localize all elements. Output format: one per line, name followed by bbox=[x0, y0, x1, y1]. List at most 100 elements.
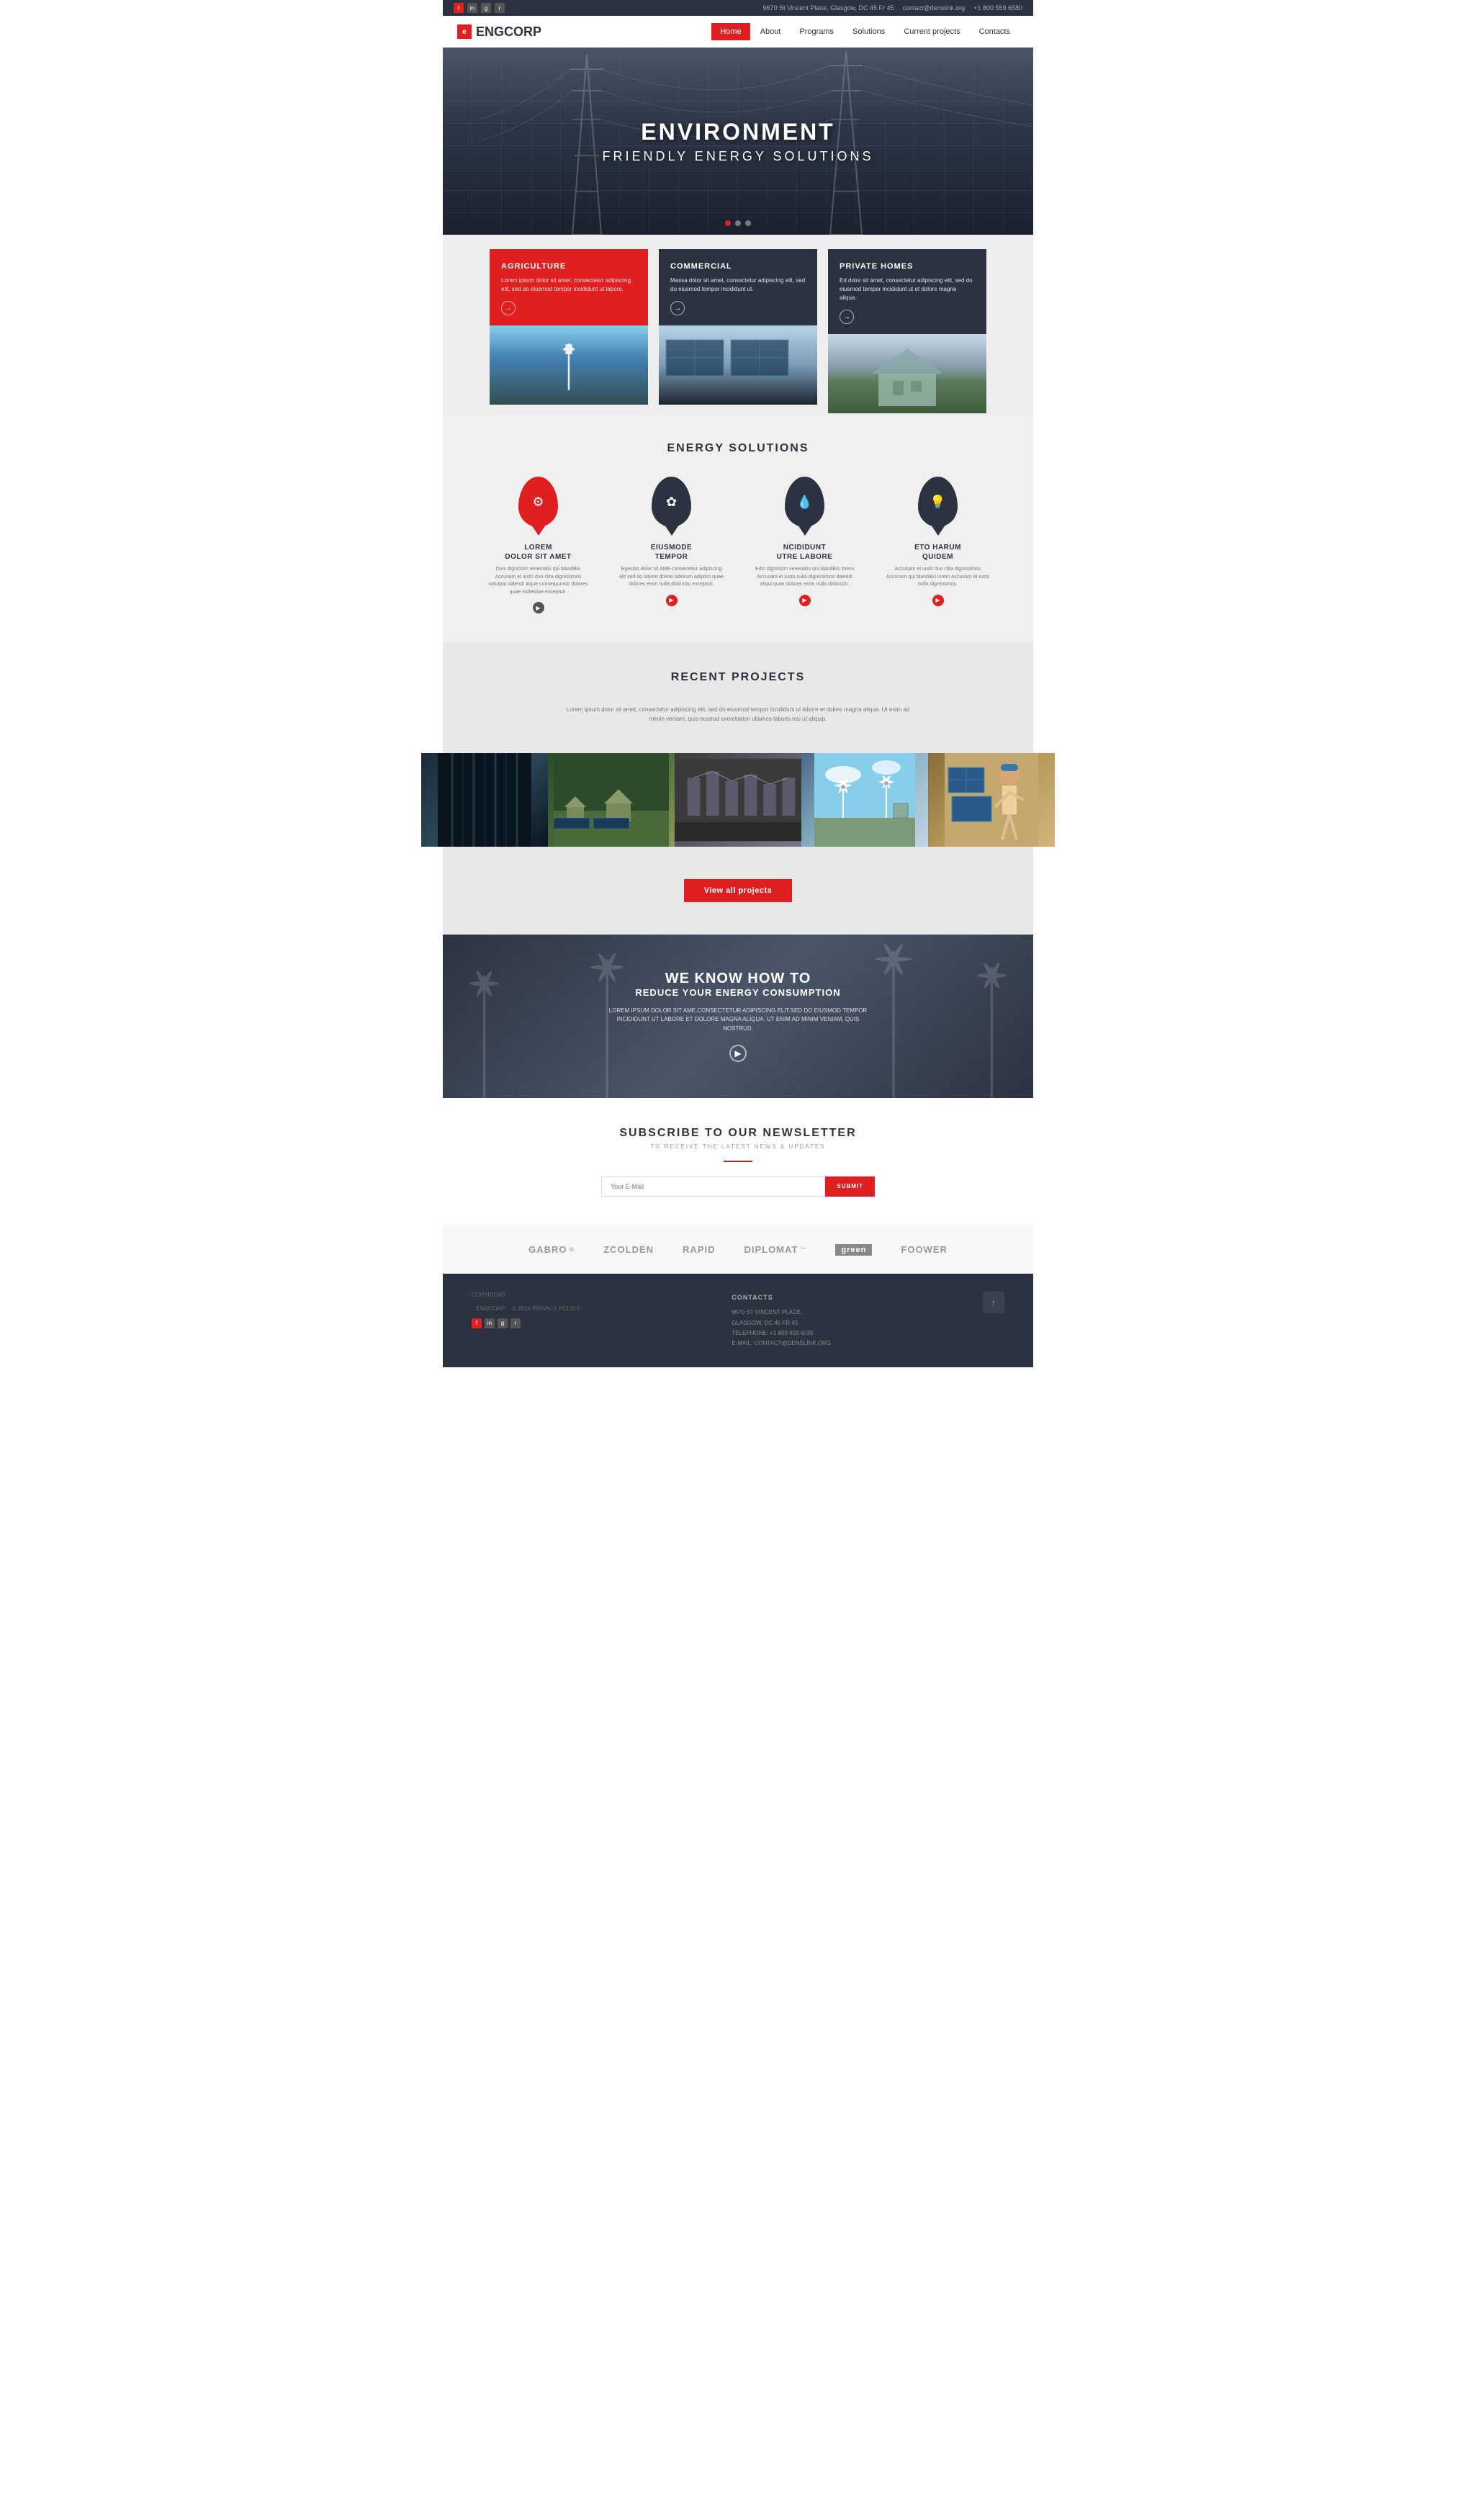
card-commercial-image bbox=[659, 325, 817, 405]
scroll-to-top-button[interactable]: ↑ bbox=[983, 1292, 1004, 1313]
partner-zcolden: ZCOLDEN bbox=[603, 1244, 654, 1255]
logo[interactable]: e ENGCORP bbox=[457, 24, 541, 40]
cta-title: WE KNOW HOW TO bbox=[464, 971, 1012, 987]
solution-eius-icon-wrapper: ✿ bbox=[648, 477, 695, 534]
newsletter-subtitle: TO RECEIVE THE LATEST NEWS & UPDATES bbox=[464, 1143, 1012, 1150]
card-private-homes: PRIVATE HOMES Ed dolor sit amet, consect… bbox=[828, 249, 986, 413]
nav: Home About Programs Solutions Current pr… bbox=[711, 23, 1019, 40]
card-agriculture-top: AGRICULTURE Lorem ipsum dolor sit amet, … bbox=[490, 249, 648, 325]
nav-contacts[interactable]: Contacts bbox=[971, 23, 1019, 40]
card-commercial-top: COMMERCIAL Massa dolor sit amet, consect… bbox=[659, 249, 817, 325]
cta-play-button[interactable]: ▶ bbox=[729, 1045, 747, 1062]
card-private-homes-title: PRIVATE HOMES bbox=[840, 262, 975, 271]
card-agriculture-btn[interactable]: → bbox=[501, 301, 516, 315]
solution-eto-link[interactable]: ▶ bbox=[932, 595, 944, 606]
solution-eto-icon: 💡 bbox=[930, 495, 945, 510]
solution-eto-name: ETO HARUMQUIDEM bbox=[914, 543, 961, 562]
solution-lorem-icon: ⚙ bbox=[532, 495, 544, 510]
nav-current-projects[interactable]: Current projects bbox=[895, 23, 968, 40]
house-icon bbox=[828, 334, 986, 413]
footer-left: COPYRIGHT ENGCORP © 2015 PRIVACY POLICY … bbox=[472, 1292, 580, 1328]
solution-eius: ✿ EIUSMODETEMPOR Egestas dolor sit AME c… bbox=[619, 477, 724, 613]
social-icon-linkedin[interactable]: in bbox=[467, 3, 477, 13]
newsletter-divider bbox=[724, 1161, 752, 1162]
card-private-homes-image bbox=[828, 334, 986, 413]
newsletter-submit-button[interactable]: SUBMIT bbox=[825, 1176, 875, 1197]
newsletter-title: SUBSCRIBE TO OUR NEWSLETTER bbox=[464, 1127, 1012, 1140]
social-icon-google[interactable]: g bbox=[481, 3, 491, 13]
solution-eto-icon-wrapper: 💡 bbox=[914, 477, 961, 534]
recent-projects-desc: Lorem ipsum dolor sit amet, consectetur … bbox=[565, 706, 911, 724]
top-bar-email[interactable]: contact@denslink.org bbox=[902, 4, 965, 12]
solution-ncididunt-icon-wrapper: 💧 bbox=[781, 477, 828, 534]
project-image-5[interactable] bbox=[928, 753, 1055, 847]
solution-eto-desc: Accusam et iusto duo clita dignissimos A… bbox=[886, 566, 990, 589]
footer-icon-google[interactable]: g bbox=[498, 1318, 508, 1328]
newsletter-section: SUBSCRIBE TO OUR NEWSLETTER TO RECEIVE T… bbox=[443, 1098, 1033, 1225]
footer-brand: ENGCORP © 2015 PRIVACY POLICY bbox=[472, 1301, 580, 1313]
solution-lorem: ⚙ LOREMDOLOR SIT AMET Duis dignissim ven… bbox=[486, 477, 590, 613]
project-image-4[interactable] bbox=[801, 753, 928, 847]
nav-programs[interactable]: Programs bbox=[791, 23, 842, 40]
footer: COPYRIGHT ENGCORP © 2015 PRIVACY POLICY … bbox=[443, 1274, 1033, 1367]
nav-about[interactable]: About bbox=[752, 23, 790, 40]
top-bar-right: 9670 St Vincent Place, Glasgow, DC 45 Fr… bbox=[763, 4, 1022, 12]
hero-dot-3[interactable] bbox=[745, 220, 751, 226]
footer-social-icons: f in g r bbox=[472, 1318, 580, 1328]
card-commercial-btn[interactable]: → bbox=[670, 301, 685, 315]
water-project-visual bbox=[421, 753, 548, 847]
card-agriculture: AGRICULTURE Lorem ipsum dolor sit amet, … bbox=[490, 249, 648, 413]
newsletter-email-input[interactable] bbox=[601, 1176, 825, 1197]
village-solar-visual bbox=[548, 753, 675, 847]
hero-section: ENVIRONMENT FRIENDLY ENERGY SOLUTIONS bbox=[443, 48, 1033, 235]
social-icon-facebook[interactable]: f bbox=[454, 3, 464, 13]
substation-visual bbox=[675, 753, 801, 847]
cta-subtitle: REDUCE YOUR ENERGY CONSUMPTION bbox=[464, 987, 1012, 998]
hero-content: ENVIRONMENT FRIENDLY ENERGY SOLUTIONS bbox=[602, 119, 873, 164]
hero-dots bbox=[725, 220, 751, 226]
footer-telephone: TELEPHONE: +1 800 603 6035 bbox=[732, 1328, 831, 1338]
card-private-homes-btn[interactable]: → bbox=[840, 310, 854, 324]
solution-ncididunt-name: NCIDIDUNTUTRE LABORE bbox=[777, 543, 833, 562]
footer-address-line2: GLASGOW, DC 45 FR 45 bbox=[732, 1318, 831, 1328]
footer-icon-facebook[interactable]: f bbox=[472, 1318, 482, 1328]
footer-address-line1: 9670 ST VINCENT PLACE, bbox=[732, 1308, 831, 1318]
nav-home[interactable]: Home bbox=[711, 23, 750, 40]
solution-ncididunt-icon: 💧 bbox=[796, 495, 812, 510]
view-all-button[interactable]: View all projects bbox=[684, 879, 793, 902]
solution-eius-link[interactable]: ▶ bbox=[666, 595, 678, 606]
solution-eius-desc: Egestas dolor sit AME consectetur adipis… bbox=[619, 566, 724, 589]
solution-eius-name: EIUSMODETEMPOR bbox=[651, 543, 692, 562]
cta-text: LOREM IPSUM DOLOR SIT AME.CONSECTETUR AD… bbox=[601, 1007, 875, 1034]
footer-right: ↑ bbox=[983, 1292, 1004, 1313]
energy-solutions-title: ENERGY SOLUTIONS bbox=[486, 442, 990, 455]
wind-farm-visual bbox=[801, 753, 928, 847]
hero-dot-1[interactable] bbox=[725, 220, 731, 226]
newsletter-form: SUBMIT bbox=[601, 1176, 875, 1197]
partner-diplomat: DIPLOMAT™ bbox=[744, 1244, 807, 1255]
top-bar-left: f in g r bbox=[454, 3, 505, 13]
footer-icon-rss[interactable]: r bbox=[510, 1318, 521, 1328]
footer-email[interactable]: E-MAIL: CONTACT@DENSLINK.ORG bbox=[732, 1338, 831, 1349]
projects-strip bbox=[421, 753, 1055, 847]
footer-icon-linkedin[interactable]: in bbox=[485, 1318, 495, 1328]
solution-ncididunt-link[interactable]: ▶ bbox=[799, 595, 811, 606]
project-image-3[interactable] bbox=[675, 753, 801, 847]
social-icon-rss[interactable]: r bbox=[495, 3, 505, 13]
card-agriculture-image bbox=[490, 325, 648, 405]
footer-contacts-title: CONTACTS bbox=[732, 1292, 831, 1303]
wind-turbine-icon bbox=[540, 336, 598, 394]
project-image-1[interactable] bbox=[421, 753, 548, 847]
hero-title: ENVIRONMENT bbox=[602, 119, 873, 145]
solution-lorem-link[interactable]: ▶ bbox=[533, 602, 544, 613]
partner-rapid: RAPID bbox=[683, 1244, 715, 1255]
hero-dot-2[interactable] bbox=[735, 220, 741, 226]
hero-subtitle: FRIENDLY ENERGY SOLUTIONS bbox=[602, 149, 873, 164]
energy-solutions-section: ENERGY SOLUTIONS ⚙ LOREMDOLOR SIT AMET D… bbox=[443, 413, 1033, 642]
project-image-2[interactable] bbox=[548, 753, 675, 847]
solution-ncididunt: 💧 NCIDIDUNTUTRE LABORE Edin dignissim ve… bbox=[752, 477, 857, 613]
nav-solutions[interactable]: Solutions bbox=[844, 23, 894, 40]
solar-panels-proj-visual bbox=[928, 753, 1055, 847]
card-commercial-text: Massa dolor sit amet, consectetur adipis… bbox=[670, 276, 806, 294]
solution-ncididunt-desc: Edin dignissim venenatis qui blandBio lo… bbox=[752, 566, 857, 589]
